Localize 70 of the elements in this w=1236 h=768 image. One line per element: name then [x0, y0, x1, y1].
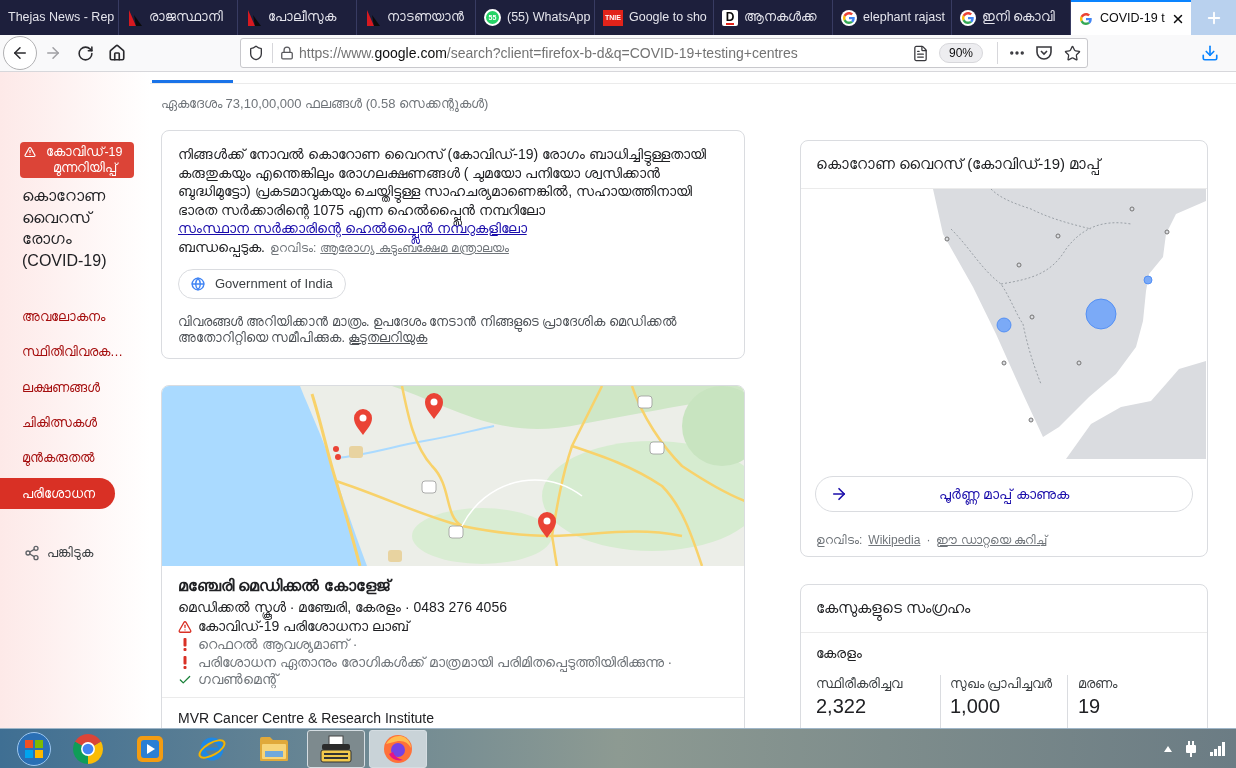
learn-more-link[interactable]: കൂടുതലറിയുക: [348, 328, 428, 348]
place-note: റെഫറൽ ആവശ്യമാണ് ·: [198, 635, 358, 655]
reload-icon[interactable]: [77, 44, 94, 62]
zoom-level-button[interactable]: 90%: [938, 43, 983, 63]
source-link[interactable]: ഈ ഡാറ്റയെ കുറിച്ച്: [936, 532, 1048, 548]
download-icon[interactable]: [1201, 44, 1219, 62]
card-title: കൊറോണ വൈറസ് (കോവിഡ്-19) മാപ്പ്: [816, 154, 1101, 176]
warning-icon: [178, 619, 192, 634]
section-link[interactable]: സ്ഥിതിവിവരക…: [0, 336, 130, 368]
flame-globe-icon: [383, 733, 413, 764]
caret-up-icon[interactable]: [1164, 745, 1172, 752]
address-bar[interactable]: https://www.google.com/search?client=firefox-b-d&q=COVID-19+testing+centres 90%: [240, 38, 1088, 68]
url-text[interactable]: https://www.google.com/search?client=firefox-b-d&q=COVID-19+testing+centres: [299, 42, 798, 64]
separator-dot: ·: [926, 532, 931, 548]
section-link[interactable]: ചികിത്സകൾ: [0, 407, 130, 439]
place-note: പരിശോധന ഏതാനും രോഗികൾക്ക് മാത്രമായി പരിമിതപ്പെടുത്തിയിരിക്കുന്നു ·: [198, 653, 673, 673]
signal-bars-icon[interactable]: [1210, 741, 1226, 756]
exclamation-icon: [183, 655, 187, 669]
disclaimer-text: വിവരങ്ങൾ അറിയിക്കാൻ മാത്രം. ഉപദേശം നേടാൻ നിങ്ങളുടെ പ്രാദേശിക മെഡിക്കൽ അതോറിറ്റിയെ സമീപിക്കുക. കൂടുതലറിയുക: [178, 314, 728, 346]
stat-label: സുഖം പ്രാപിച്ചവർ: [950, 676, 1054, 693]
browser-tab[interactable]: COVID-19 t: [1071, 0, 1191, 35]
source-label: ഉറവിടം:: [816, 532, 863, 548]
reader-view-icon[interactable]: [911, 44, 929, 62]
sail-logo-icon: [246, 9, 262, 26]
start-button[interactable]: [17, 731, 51, 766]
forward-icon[interactable]: [44, 44, 62, 62]
place-name[interactable]: മഞ്ചേരി മെഡിക്കൽ കോളേജ്: [178, 575, 728, 597]
back-button[interactable]: [3, 36, 37, 70]
g-logo-icon: [960, 9, 976, 26]
arrow-right-icon: [830, 485, 848, 503]
stat-value: 2,322: [816, 694, 868, 719]
chevron-shield-icon[interactable]: [1036, 45, 1052, 61]
card-title: കേസുകളുടെ സംഗ്രഹം: [816, 597, 971, 620]
play-tile-icon: [136, 734, 164, 763]
sail-logo-icon: [365, 9, 381, 26]
result-stats: ഏകദേശം 73,10,00,000 ഫലങ്ങൾ (0.58 സെക്കന്റുകൾ): [161, 95, 490, 114]
warning-icon: [24, 146, 36, 158]
place-name[interactable]: MVR Cancer Centre & Research Institute: [178, 707, 728, 728]
typewriter-icon: [320, 734, 352, 763]
stat-label: സ്ഥിരീകരിച്ചവ: [816, 676, 904, 693]
stat-value: 19: [1078, 694, 1102, 719]
source-link[interactable]: Wikipedia: [868, 532, 921, 548]
alert-text: കോവിഡ്-19 മുന്നറിയിപ്പ്: [45, 144, 124, 176]
stat-value: 1,000: [950, 694, 1002, 719]
place-note: ഗവൺമെന്റ്: [198, 670, 278, 690]
four-color-flag-icon: [25, 739, 43, 758]
topic-title: കൊറോണ വൈറസ് രോഗം (COVID-19): [22, 186, 108, 271]
share-button[interactable]: പങ്കിടുക: [24, 542, 150, 563]
taskbar-app-button[interactable]: [307, 729, 365, 768]
section-link[interactable]: അവലോകനം: [0, 301, 130, 332]
sail-logo-icon: [127, 9, 143, 26]
globe-icon: [191, 277, 205, 291]
exclamation-icon: [183, 638, 187, 652]
g-logo-icon: [1078, 10, 1094, 27]
stat-label: മരണം: [1078, 676, 1117, 693]
section-link[interactable]: പരിശോധന: [0, 477, 115, 509]
region-name: കേരളം: [816, 644, 863, 663]
plug-icon[interactable]: [1184, 740, 1198, 757]
shield-icon[interactable]: [248, 45, 264, 61]
share-icon: [24, 544, 40, 561]
g-logo-icon: [841, 9, 857, 26]
star-icon[interactable]: [1064, 44, 1081, 62]
folder-icon: [259, 735, 289, 762]
letter-logo-icon: D: [722, 9, 738, 26]
alert-badge[interactable]: കോവിഡ്-19 മുന്നറിയിപ്പ്: [20, 142, 134, 178]
section-link[interactable]: മുൻകരുതൽ: [0, 442, 130, 474]
home-icon[interactable]: [108, 44, 126, 62]
tricolor-circle-icon: [73, 733, 103, 764]
section-link[interactable]: ലക്ഷണങ്ങൾ: [0, 371, 130, 403]
lock-icon[interactable]: [280, 46, 294, 60]
